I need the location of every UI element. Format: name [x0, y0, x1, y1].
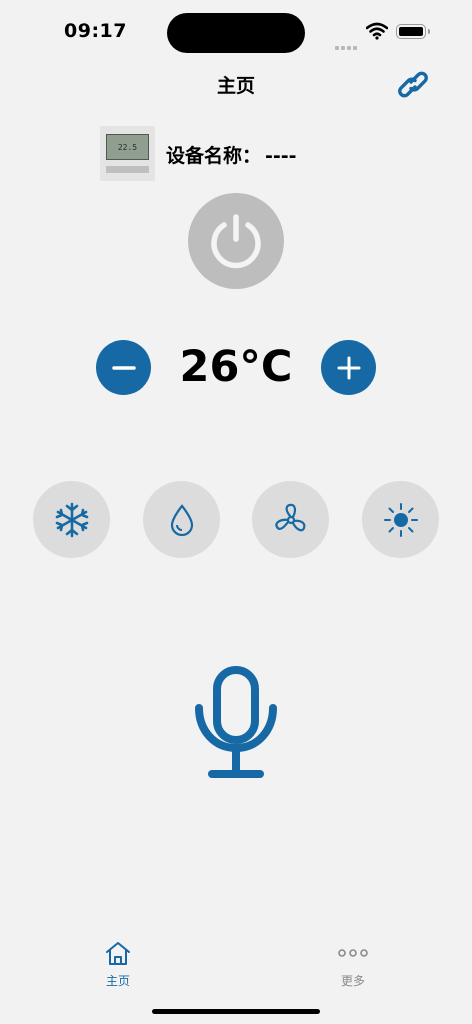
tab-more[interactable]: 更多: [313, 940, 393, 989]
house-icon: [106, 942, 130, 965]
device-name-value: ----: [265, 145, 297, 167]
mode-dry-button[interactable]: [143, 481, 220, 558]
power-button[interactable]: [188, 193, 284, 289]
tab-home[interactable]: 主页: [78, 940, 158, 989]
snowflake-icon: [55, 502, 88, 537]
signal-icon: [335, 35, 359, 54]
temperature-display: 26°C: [179, 342, 293, 392]
fan-icon: [274, 503, 305, 531]
device-keys: [106, 166, 149, 173]
device-name-text: 设备名称： ----: [166, 141, 297, 168]
plus-icon: [337, 356, 360, 379]
microphone-icon: [195, 666, 277, 778]
water-drop-icon: [170, 503, 193, 536]
tab-more-label: 更多: [340, 974, 365, 988]
increase-temp-button[interactable]: [321, 340, 376, 395]
link-icon: [398, 71, 428, 98]
sun-icon: [383, 502, 418, 537]
mode-cool-button[interactable]: [33, 481, 110, 558]
decrease-temp-button[interactable]: [96, 340, 151, 395]
mode-fan-button[interactable]: [252, 481, 329, 558]
minus-icon: [111, 365, 136, 370]
device-name-label: 设备名称：: [166, 145, 262, 167]
battery-icon: [396, 24, 430, 39]
more-dots-icon: [338, 949, 368, 957]
device-thumbnail: 22.5: [100, 126, 155, 181]
device-screen: 22.5: [106, 134, 149, 160]
wifi-icon: [365, 22, 389, 44]
mode-heat-button[interactable]: [362, 481, 439, 558]
status-time: 09:17: [64, 20, 127, 42]
voice-button[interactable]: [190, 664, 282, 782]
home-indicator: [152, 1009, 320, 1014]
tab-bar: 主页 更多: [0, 930, 472, 1000]
tab-home-label: 主页: [105, 974, 130, 988]
dynamic-island: [167, 13, 305, 53]
link-button[interactable]: [394, 64, 434, 104]
power-icon: [211, 214, 261, 269]
